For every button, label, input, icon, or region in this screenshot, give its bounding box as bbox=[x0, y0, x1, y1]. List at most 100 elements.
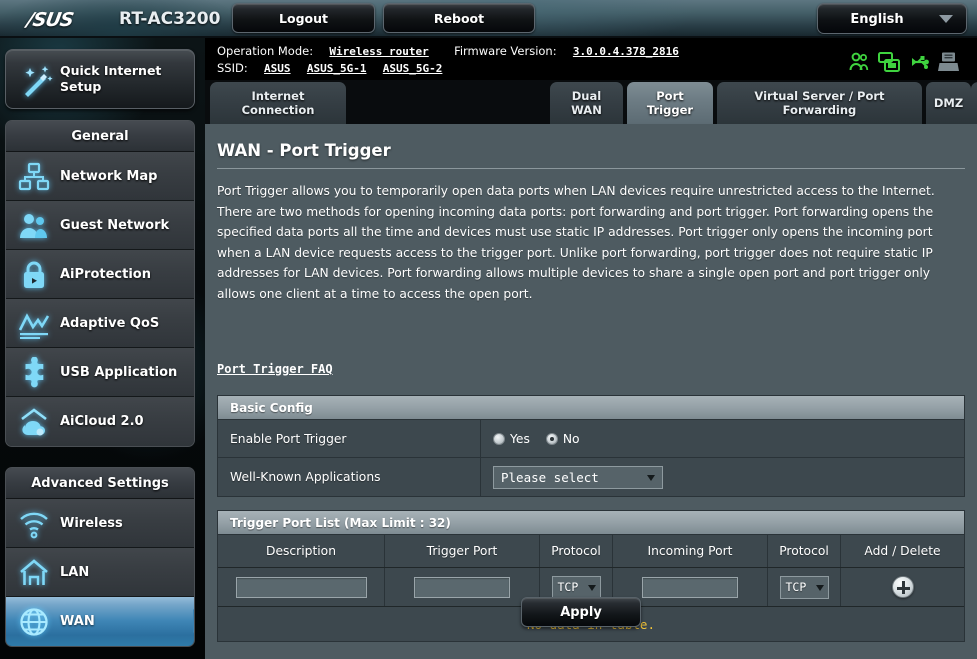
reboot-button[interactable]: Reboot bbox=[383, 3, 535, 33]
network-map-icon bbox=[18, 161, 50, 193]
sidebar-item-label: USB Application bbox=[60, 364, 178, 380]
radio-no-label: No bbox=[562, 431, 580, 446]
sidebar-navigation: Quick Internet Setup General Network Map bbox=[0, 38, 205, 659]
page-content: WAN - Port Trigger Port Trigger allows y… bbox=[205, 124, 977, 659]
column-header-incoming-port: Incoming Port bbox=[613, 535, 768, 567]
sidebar-item-aicloud[interactable]: AiCloud 2.0 bbox=[6, 397, 194, 446]
sidebar-item-label: WAN bbox=[60, 614, 95, 629]
router-model-name: RT-AC3200 bbox=[119, 9, 221, 29]
field-value: Yes No bbox=[481, 420, 964, 457]
sidebar-item-label: Quick Internet Setup bbox=[60, 63, 162, 94]
radio-yes[interactable] bbox=[493, 432, 505, 445]
sidebar-item-label: Guest Network bbox=[60, 217, 170, 233]
page-description: Port Trigger allows you to temporarily o… bbox=[217, 184, 935, 301]
ssid-value-1[interactable]: ASUS_5G-1 bbox=[307, 62, 367, 75]
sidebar-group-title: General bbox=[6, 121, 194, 152]
sidebar-group-general: General Network Map Guest Network AiProt… bbox=[5, 120, 195, 447]
select-value: Please select bbox=[501, 469, 599, 485]
radio-no[interactable] bbox=[545, 432, 558, 445]
tab-dual-wan[interactable]: Dual WAN bbox=[550, 82, 623, 124]
column-header-trigger-port: Trigger Port bbox=[385, 535, 540, 567]
sidebar-item-label: Wireless bbox=[60, 515, 123, 531]
column-header-add-delete: Add / Delete bbox=[864, 544, 941, 558]
status-icon-tray bbox=[843, 50, 973, 76]
wifi-icon bbox=[18, 508, 50, 540]
network-clients-icon[interactable] bbox=[877, 50, 901, 74]
cell-description bbox=[218, 568, 385, 606]
description-input[interactable] bbox=[235, 576, 367, 598]
tab-label: DMZ bbox=[933, 96, 964, 110]
usb-device-icon[interactable] bbox=[907, 50, 931, 74]
trigger-port-input[interactable] bbox=[414, 576, 510, 598]
plus-circle-icon[interactable] bbox=[891, 576, 914, 598]
house-icon bbox=[18, 557, 50, 589]
incoming-port-input[interactable] bbox=[642, 576, 738, 598]
sidebar-item-aiprotection[interactable]: AiProtection bbox=[6, 250, 194, 299]
sidebar-item-wan[interactable]: WAN bbox=[6, 597, 194, 646]
language-label: English bbox=[850, 12, 904, 27]
sidebar-item-wireless[interactable]: Wireless bbox=[6, 499, 194, 548]
row-well-known-applications: Well-Known Applications Please select bbox=[218, 458, 964, 496]
tab-dmz[interactable]: DMZ bbox=[926, 82, 971, 124]
port-trigger-faq-link[interactable]: Port Trigger FAQ bbox=[217, 362, 333, 376]
column-header-protocol-2: Protocol bbox=[768, 535, 841, 567]
sidebar-item-label: Adaptive QoS bbox=[60, 315, 160, 331]
sidebar-item-label: AiProtection bbox=[60, 266, 151, 282]
page-title: WAN - Port Trigger bbox=[217, 141, 391, 160]
sidebar-item-lan[interactable]: LAN bbox=[6, 548, 194, 597]
main-panel: Internet Connection Dual WAN Port Trigger V… bbox=[205, 80, 977, 659]
tab-port-trigger[interactable]: Port Trigger bbox=[627, 82, 713, 124]
guest-users-icon[interactable] bbox=[847, 50, 871, 74]
incoming-protocol-select[interactable]: TCP bbox=[779, 575, 829, 599]
top-header-bar: /SUS RT-AC3200 Logout Reboot English bbox=[0, 0, 977, 38]
operation-mode-value[interactable]: Wireless router bbox=[329, 45, 428, 58]
cell-incoming-protocol: TCP bbox=[768, 568, 841, 606]
field-value: Please select bbox=[481, 458, 964, 496]
tab-internet-connection[interactable]: Internet Connection bbox=[210, 82, 346, 124]
tab-virtual-server-port-forwarding[interactable]: Virtual Server / Port Forwarding bbox=[717, 82, 922, 124]
tab-label: Internet Connection bbox=[241, 89, 315, 117]
firmware-version-label: Firmware Version: bbox=[454, 44, 557, 58]
chevron-down-icon bbox=[939, 15, 953, 23]
sidebar-item-label: AiCloud 2.0 bbox=[60, 414, 144, 429]
sidebar-group-title: Advanced Settings bbox=[6, 468, 194, 499]
asus-logo: /SUS bbox=[25, 9, 75, 31]
chevron-down-icon bbox=[815, 584, 824, 591]
sidebar-item-network-map[interactable]: Network Map bbox=[6, 152, 194, 201]
basic-config-section: Basic Config Enable Port Trigger Yes No … bbox=[217, 395, 965, 497]
sidebar-item-quick-internet-setup[interactable]: Quick Internet Setup bbox=[5, 49, 195, 109]
sidebar-item-guest-network[interactable]: Guest Network bbox=[6, 201, 194, 250]
logout-button[interactable]: Logout bbox=[232, 3, 375, 33]
sidebar-item-adaptive-qos[interactable]: Adaptive QoS bbox=[6, 299, 194, 348]
column-header-protocol-1: Protocol bbox=[540, 535, 613, 567]
language-selector[interactable]: English bbox=[817, 3, 967, 34]
cloud-home-icon bbox=[18, 406, 50, 438]
firmware-version-value[interactable]: 3.0.0.4.378_2816 bbox=[573, 45, 679, 58]
ssid-label: SSID: bbox=[217, 61, 248, 75]
operation-mode-line: Operation Mode: Wireless router Firmware… bbox=[217, 44, 679, 58]
router-admin-page: /SUS RT-AC3200 Logout Reboot English Ope… bbox=[0, 0, 977, 659]
section-title: Trigger Port List (Max Limit : 32) bbox=[218, 511, 964, 535]
sidebar-item-usb-application[interactable]: USB Application bbox=[6, 348, 194, 397]
apply-button[interactable]: Apply bbox=[521, 597, 641, 627]
tab-label: Port Trigger bbox=[646, 89, 694, 117]
table-header-row: Description Trigger Port Protocol Incomi… bbox=[218, 535, 964, 568]
radio-group-enable-port-trigger: Yes No bbox=[493, 432, 591, 446]
printer-icon[interactable] bbox=[937, 50, 961, 74]
active-pointer-arrow bbox=[193, 609, 194, 633]
well-known-applications-select[interactable]: Please select bbox=[493, 465, 663, 489]
section-title: Basic Config bbox=[218, 396, 964, 420]
ssid-line: SSID: ASUS ASUS_5G-1 ASUS_5G-2 bbox=[217, 61, 442, 75]
select-value: TCP bbox=[557, 580, 579, 594]
radio-yes-label: Yes bbox=[510, 431, 530, 446]
select-value: TCP bbox=[785, 580, 807, 594]
trigger-protocol-select[interactable]: TCP bbox=[551, 575, 601, 599]
ssid-value-2[interactable]: ASUS_5G-2 bbox=[383, 62, 443, 75]
chevron-down-icon bbox=[587, 584, 596, 591]
field-label: Enable Port Trigger bbox=[218, 420, 481, 457]
cell-trigger-port bbox=[385, 568, 540, 606]
sidebar-item-label: Network Map bbox=[60, 168, 158, 184]
ssid-value-0[interactable]: ASUS bbox=[264, 62, 291, 75]
sidebar-group-advanced-settings: Advanced Settings Wireless LAN WAN bbox=[5, 467, 195, 647]
tab-ddns[interactable]: DDNS bbox=[971, 82, 977, 124]
